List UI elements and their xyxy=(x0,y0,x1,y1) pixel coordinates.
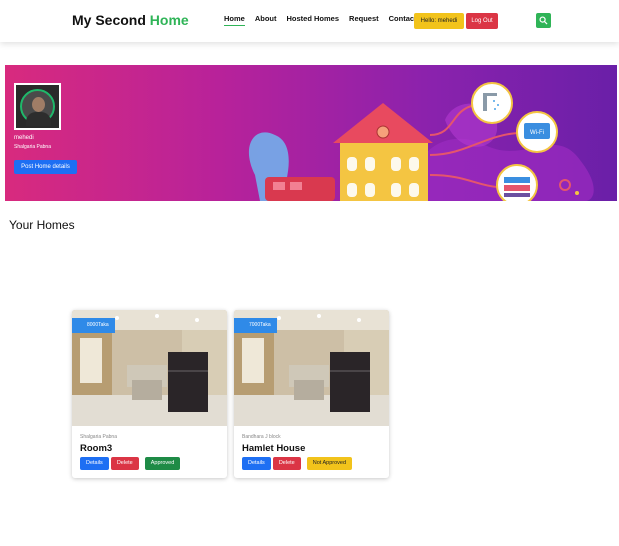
details-button[interactable]: Details xyxy=(80,457,109,470)
search-icon xyxy=(539,16,548,25)
svg-text:Wi-Fi: Wi-Fi xyxy=(530,130,544,136)
brand-logo[interactable]: My Second Home xyxy=(72,12,189,28)
logout-button[interactable]: Log Out xyxy=(466,13,498,29)
status-badge: Approved xyxy=(144,457,181,470)
brand-main-text: My Second xyxy=(72,12,146,28)
house-illustration: Wi-Fi xyxy=(248,82,594,201)
nav-link-contact[interactable]: Contact xyxy=(389,14,417,26)
nav-link-about[interactable]: About xyxy=(255,14,277,26)
nav-link-home[interactable]: Home xyxy=(224,14,245,26)
card-actions: Details Delete Approved xyxy=(80,457,181,470)
user-name: mehedi xyxy=(14,135,34,141)
nav-links: Home About Hosted Homes Request Contact xyxy=(224,14,427,26)
navbar: My Second Home Home About Hosted Homes R… xyxy=(0,0,619,42)
profile-banner: Wi-Fi mehedi Shalgaria Pabna Post Home d… xyxy=(5,65,617,201)
home-location: Bandhara J block xyxy=(242,434,281,440)
price-badge: 8000Taka xyxy=(72,318,115,333)
home-card: 8000Taka Shalgaria Pabna Room3 Details D… xyxy=(72,310,227,478)
hello-user-button[interactable]: Hello: mehedi xyxy=(414,13,464,29)
card-actions: Details Delete Not Approved xyxy=(242,457,353,470)
avatar xyxy=(14,83,61,130)
nav-link-hosted-homes[interactable]: Hosted Homes xyxy=(287,14,340,26)
user-location: Shalgaria Pabna xyxy=(14,144,51,150)
home-title: Room3 xyxy=(80,443,113,454)
home-card: 7000Taka Bandhara J block Hamlet House D… xyxy=(234,310,389,478)
home-location: Shalgaria Pabna xyxy=(80,434,117,440)
details-button[interactable]: Details xyxy=(242,457,271,470)
status-badge: Not Approved xyxy=(306,457,353,470)
page-title: Your Homes xyxy=(9,218,75,232)
avatar-frame xyxy=(20,89,55,126)
home-title: Hamlet House xyxy=(242,443,306,454)
avatar-body xyxy=(26,112,51,126)
post-home-details-button[interactable]: Post Home details xyxy=(14,160,77,174)
avatar-face xyxy=(32,97,45,112)
brand-accent-text: Home xyxy=(149,12,189,28)
search-button[interactable] xyxy=(536,13,551,28)
price-badge: 7000Taka xyxy=(234,318,277,333)
delete-button[interactable]: Delete xyxy=(272,457,301,470)
nav-link-request[interactable]: Request xyxy=(349,14,379,26)
delete-button[interactable]: Delete xyxy=(110,457,139,470)
